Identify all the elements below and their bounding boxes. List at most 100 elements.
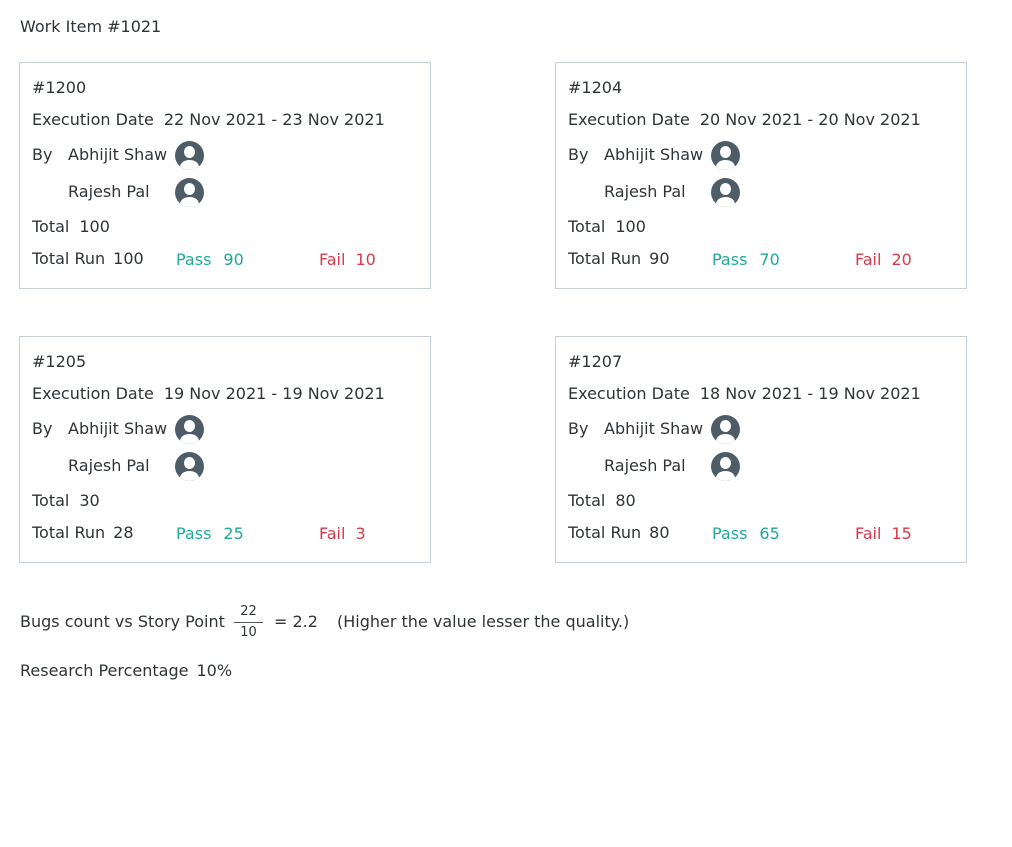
assignee-name: Rajesh Pal bbox=[68, 456, 150, 475]
pass-count: Pass 25 bbox=[176, 524, 244, 544]
by-row: By bbox=[568, 145, 604, 165]
by-label: By bbox=[568, 419, 589, 438]
user-avatar-icon bbox=[711, 141, 740, 170]
fraction-denominator: 10 bbox=[240, 625, 257, 640]
fail-label: Fail bbox=[855, 524, 882, 543]
fail-value: 20 bbox=[891, 250, 912, 269]
total-value: 30 bbox=[79, 491, 100, 510]
pass-label: Pass bbox=[712, 250, 748, 269]
total-row: Total 30 bbox=[32, 491, 100, 511]
by-label: By bbox=[568, 145, 589, 164]
assignee-name: Abhijit Shaw bbox=[604, 419, 704, 438]
total-label: Total bbox=[568, 217, 606, 236]
research-label: Research Percentage bbox=[20, 661, 189, 680]
total-run-row: Total Run 100 bbox=[32, 249, 144, 269]
fail-label: Fail bbox=[855, 250, 882, 269]
test-run-card[interactable]: #1205 Execution Date 19 Nov 2021 - 19 Nov… bbox=[19, 336, 431, 563]
assignee-name: Abhijit Shaw bbox=[68, 145, 168, 164]
execution-date-label: Execution Date bbox=[32, 384, 154, 403]
total-value: 80 bbox=[615, 491, 636, 510]
page-title: Work Item #1021 bbox=[20, 17, 162, 36]
fail-count: Fail 3 bbox=[319, 524, 366, 544]
run-id: #1207 bbox=[568, 352, 623, 371]
total-run-label: Total Run bbox=[568, 249, 642, 268]
execution-date-row: Execution Date 18 Nov 2021 - 19 Nov 2021 bbox=[568, 384, 921, 404]
total-run-label: Total Run bbox=[32, 523, 106, 542]
total-run-value: 90 bbox=[649, 249, 670, 268]
by-row: By bbox=[568, 419, 604, 439]
execution-date-label: Execution Date bbox=[568, 384, 690, 403]
fraction-numerator: 22 bbox=[240, 604, 257, 619]
assignee-name: Abhijit Shaw bbox=[604, 145, 704, 164]
user-avatar-icon bbox=[711, 415, 740, 444]
total-run-row: Total Run 28 bbox=[32, 523, 134, 543]
execution-date-row: Execution Date 19 Nov 2021 - 19 Nov 2021 bbox=[32, 384, 385, 404]
total-label: Total bbox=[568, 491, 606, 510]
user-avatar-icon bbox=[711, 178, 740, 207]
by-label: By bbox=[32, 145, 53, 164]
by-row: By bbox=[32, 419, 68, 439]
assignee-name: Abhijit Shaw bbox=[68, 419, 168, 438]
fail-value: 3 bbox=[355, 524, 366, 543]
total-run-row: Total Run 90 bbox=[568, 249, 670, 269]
pass-value: 25 bbox=[223, 524, 244, 543]
user-avatar-icon bbox=[175, 178, 204, 207]
total-run-value: 28 bbox=[113, 523, 134, 542]
fraction-bar bbox=[234, 622, 263, 623]
assignee-name: Rajesh Pal bbox=[604, 182, 686, 201]
fail-value: 10 bbox=[355, 250, 376, 269]
pass-count: Pass 65 bbox=[712, 524, 780, 544]
test-run-card[interactable]: #1200 Execution Date 22 Nov 2021 - 23 Nov… bbox=[19, 62, 431, 289]
execution-date-row: Execution Date 22 Nov 2021 - 23 Nov 2021 bbox=[32, 110, 385, 130]
test-run-card[interactable]: #1207 Execution Date 18 Nov 2021 - 19 Nov… bbox=[555, 336, 967, 563]
bugs-fraction: 22 10 bbox=[234, 604, 263, 641]
pass-label: Pass bbox=[176, 250, 212, 269]
total-row: Total 100 bbox=[568, 217, 646, 237]
by-row: By bbox=[32, 145, 68, 165]
fail-label: Fail bbox=[319, 524, 346, 543]
fail-count: Fail 20 bbox=[855, 250, 912, 270]
pass-count: Pass 70 bbox=[712, 250, 780, 270]
total-label: Total bbox=[32, 217, 70, 236]
pass-label: Pass bbox=[176, 524, 212, 543]
fail-label: Fail bbox=[319, 250, 346, 269]
pass-value: 70 bbox=[759, 250, 780, 269]
execution-date-value: 18 Nov 2021 - 19 Nov 2021 bbox=[699, 384, 921, 403]
execution-date-row: Execution Date 20 Nov 2021 - 20 Nov 2021 bbox=[568, 110, 921, 130]
total-label: Total bbox=[32, 491, 70, 510]
execution-date-label: Execution Date bbox=[568, 110, 690, 129]
total-run-value: 80 bbox=[649, 523, 670, 542]
execution-date-value: 20 Nov 2021 - 20 Nov 2021 bbox=[699, 110, 921, 129]
total-run-label: Total Run bbox=[568, 523, 642, 542]
execution-date-label: Execution Date bbox=[32, 110, 154, 129]
quality-note: (Higher the value lesser the quality.) bbox=[337, 612, 630, 631]
pass-value: 65 bbox=[759, 524, 780, 543]
fail-value: 15 bbox=[891, 524, 912, 543]
run-id: #1200 bbox=[32, 78, 87, 97]
assignee-name: Rajesh Pal bbox=[604, 456, 686, 475]
research-percentage: Research Percentage 10% bbox=[20, 661, 232, 681]
total-run-label: Total Run bbox=[32, 249, 106, 268]
total-value: 100 bbox=[615, 217, 646, 236]
total-row: Total 100 bbox=[32, 217, 110, 237]
pass-count: Pass 90 bbox=[176, 250, 244, 270]
total-run-value: 100 bbox=[113, 249, 144, 268]
total-value: 100 bbox=[79, 217, 110, 236]
run-id: #1204 bbox=[568, 78, 623, 97]
bugs-vs-story-point-label: Bugs count vs Story Point bbox=[20, 612, 225, 631]
execution-date-value: 22 Nov 2021 - 23 Nov 2021 bbox=[163, 110, 385, 129]
by-label: By bbox=[32, 419, 53, 438]
bugs-ratio-result: = 2.2 bbox=[274, 612, 318, 631]
total-run-row: Total Run 80 bbox=[568, 523, 670, 543]
fail-count: Fail 10 bbox=[319, 250, 376, 270]
pass-label: Pass bbox=[712, 524, 748, 543]
user-avatar-icon bbox=[175, 415, 204, 444]
pass-value: 90 bbox=[223, 250, 244, 269]
user-avatar-icon bbox=[175, 141, 204, 170]
test-run-card[interactable]: #1204 Execution Date 20 Nov 2021 - 20 Nov… bbox=[555, 62, 967, 289]
fail-count: Fail 15 bbox=[855, 524, 912, 544]
assignee-name: Rajesh Pal bbox=[68, 182, 150, 201]
execution-date-value: 19 Nov 2021 - 19 Nov 2021 bbox=[163, 384, 385, 403]
user-avatar-icon bbox=[711, 452, 740, 481]
run-id: #1205 bbox=[32, 352, 87, 371]
